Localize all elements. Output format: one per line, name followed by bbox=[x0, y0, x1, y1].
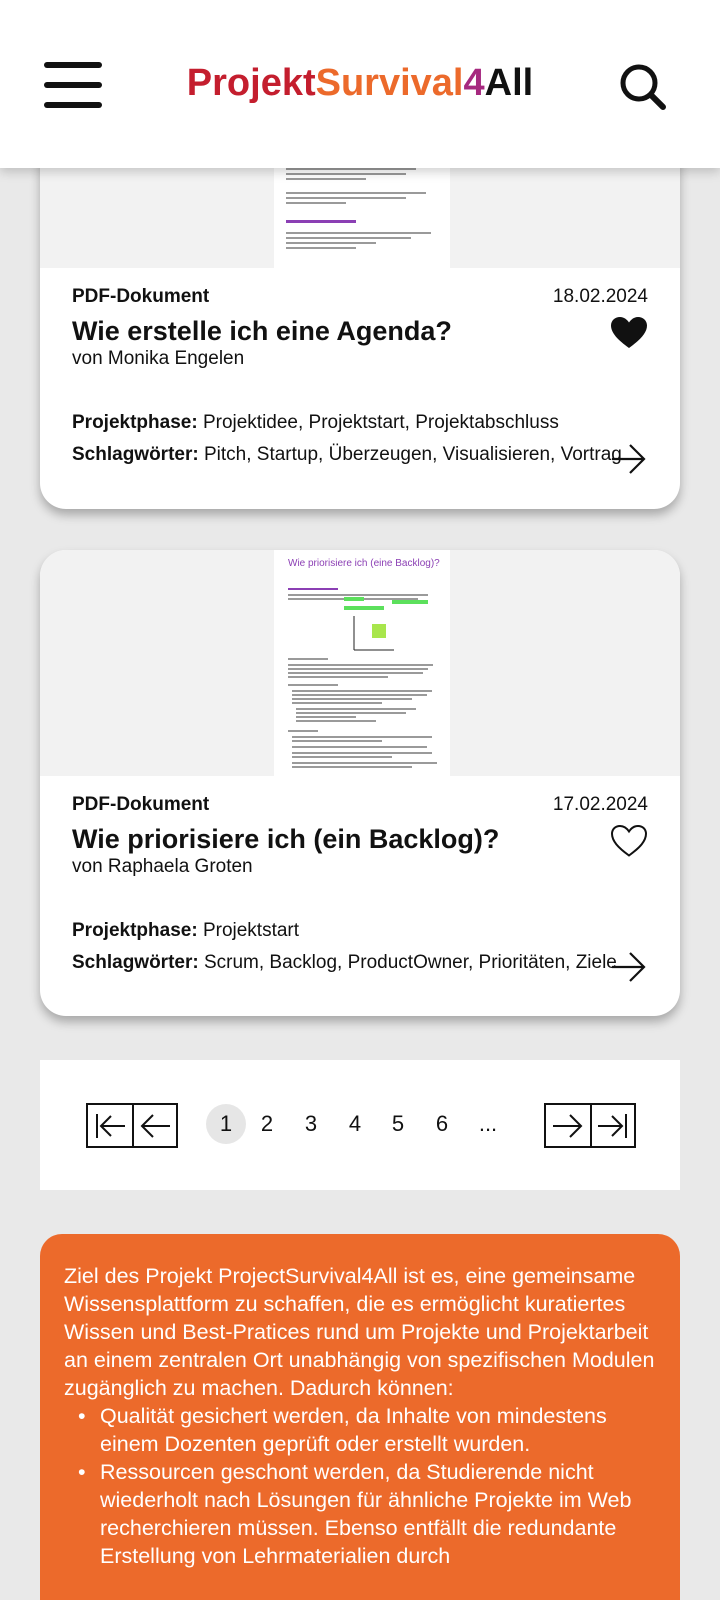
document-date: 18.02.2024 bbox=[552, 286, 648, 307]
document-title[interactable]: Wie erstelle ich eine Agenda? bbox=[72, 316, 452, 347]
project-info-box: Ziel des Projekt ProjectSurvival4All ist… bbox=[40, 1234, 680, 1600]
logo-text-4: 4 bbox=[463, 62, 485, 104]
document-thumbnail: Wie priorisiere ich (eine Backlog)? bbox=[40, 550, 680, 776]
page-6-button[interactable]: 6 bbox=[422, 1104, 462, 1144]
document-author: von Monika Engelen bbox=[72, 348, 245, 369]
document-type: PDF-Dokument bbox=[72, 794, 210, 815]
site-logo[interactable]: ProjektSurvival4All bbox=[0, 62, 720, 105]
page-ellipsis: ... bbox=[478, 1111, 498, 1136]
logo-text-survival: Survival bbox=[315, 62, 464, 104]
keywords-label: Schlagwörter: bbox=[72, 952, 199, 973]
info-bullet: Qualität gesichert werden, da Inhalte vo… bbox=[64, 1402, 656, 1458]
pagination-back-group bbox=[86, 1103, 178, 1148]
project-phase: Projektphase: Projektidee, Projektstart,… bbox=[72, 412, 559, 434]
keywords: Schlagwörter: Scrum, Backlog, ProductOwn… bbox=[72, 952, 617, 974]
logo-text-all: All bbox=[484, 62, 534, 104]
app-header: ProjektSurvival4All bbox=[0, 0, 720, 168]
heart-outline-icon[interactable] bbox=[610, 824, 648, 858]
document-card[interactable]: Wie priorisiere ich (eine Backlog)? PDF-… bbox=[40, 550, 680, 1016]
info-bullet-list: Qualität gesichert werden, da Inhalte vo… bbox=[64, 1402, 656, 1570]
last-page-icon[interactable] bbox=[590, 1105, 634, 1146]
page-5-button[interactable]: 5 bbox=[378, 1104, 418, 1144]
document-type: PDF-Dokument bbox=[72, 286, 210, 307]
keywords-value: Pitch, Startup, Überzeugen, Visualisiere… bbox=[203, 444, 622, 465]
first-page-icon[interactable] bbox=[88, 1105, 132, 1146]
document-date: 17.02.2024 bbox=[552, 794, 648, 815]
project-phase-label: Projektphase: bbox=[72, 920, 198, 941]
logo-text-projekt: Projekt bbox=[186, 62, 316, 104]
page-4-button[interactable]: 4 bbox=[335, 1104, 375, 1144]
page-3-button[interactable]: 3 bbox=[291, 1104, 331, 1144]
arrow-right-icon[interactable] bbox=[610, 442, 648, 476]
document-author: von Raphaela Groten bbox=[72, 856, 253, 877]
page-2-button[interactable]: 2 bbox=[247, 1104, 287, 1144]
heart-filled-icon[interactable] bbox=[610, 316, 648, 350]
search-icon[interactable] bbox=[618, 62, 668, 112]
next-page-icon[interactable] bbox=[546, 1105, 590, 1146]
keywords-label: Schlagwörter: bbox=[72, 444, 199, 465]
info-intro: Ziel des Projekt ProjectSurvival4All ist… bbox=[64, 1264, 655, 1400]
project-phase-value: Projektidee, Projektstart, Projektabschl… bbox=[202, 412, 559, 433]
document-title[interactable]: Wie priorisiere ich (ein Backlog)? bbox=[72, 824, 499, 855]
project-phase-label: Projektphase: bbox=[72, 412, 198, 433]
document-thumbnail-page: Wie priorisiere ich (eine Backlog)? bbox=[274, 550, 450, 776]
page-1-button[interactable]: 1 bbox=[206, 1104, 246, 1144]
pagination: 1 2 3 4 5 6 ... bbox=[40, 1060, 680, 1190]
keywords: Schlagwörter: Pitch, Startup, Überzeugen… bbox=[72, 444, 622, 466]
arrow-right-icon[interactable] bbox=[610, 950, 648, 984]
info-bullet: Ressourcen geschont werden, da Studieren… bbox=[64, 1458, 656, 1570]
previous-page-icon[interactable] bbox=[132, 1105, 176, 1146]
project-phase-value: Projektstart bbox=[202, 920, 300, 941]
keywords-value: Scrum, Backlog, ProductOwner, Prioritäte… bbox=[203, 952, 617, 973]
thumbnail-title: Wie priorisiere ich (eine Backlog)? bbox=[288, 558, 440, 569]
pagination-forward-group bbox=[544, 1103, 636, 1148]
project-phase: Projektphase: Projektstart bbox=[72, 920, 299, 942]
